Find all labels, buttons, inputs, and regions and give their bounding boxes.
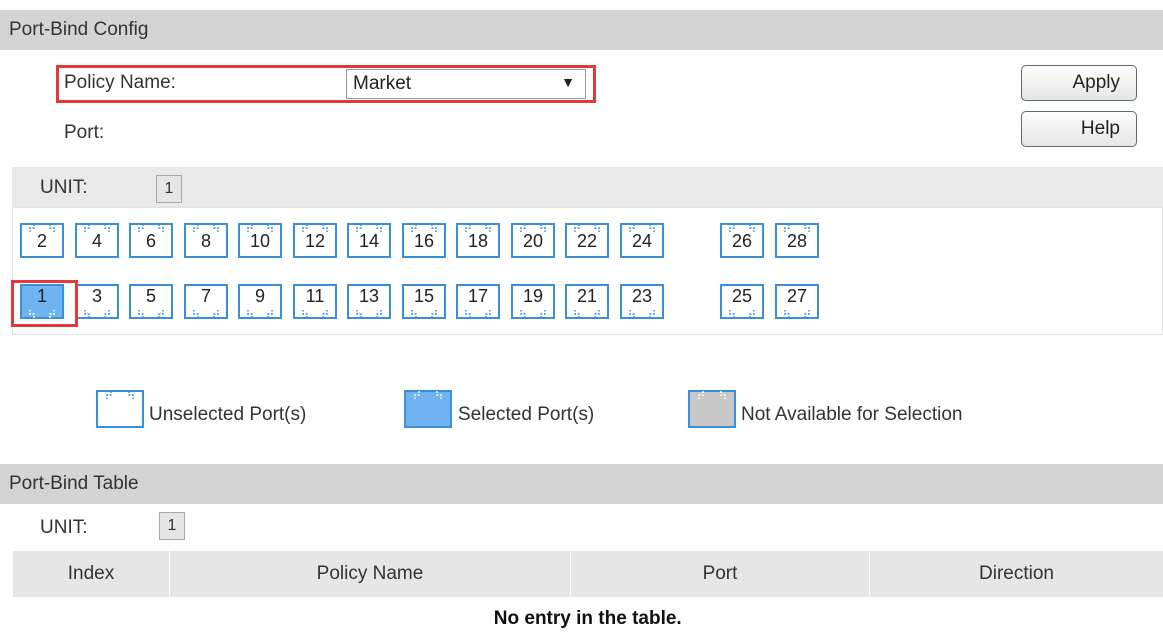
port-15[interactable]: 15 [402, 284, 446, 319]
port-label: Port: [64, 122, 104, 144]
help-button-label: Help [1081, 118, 1120, 140]
port-label: 13 [347, 286, 391, 307]
legend-unselected-icon [96, 390, 144, 433]
port-28[interactable]: 28 [775, 223, 819, 258]
port-11[interactable]: 11 [293, 284, 337, 319]
table-header-row: Index Policy Name Port Direction [13, 551, 1163, 597]
selected-port-highlight [11, 280, 78, 327]
port-label: 14 [347, 231, 391, 252]
port-label: 5 [129, 286, 173, 307]
port-label: 16 [402, 231, 446, 252]
port-18[interactable]: 18 [456, 223, 500, 258]
table-section-header: Port-Bind Table [0, 464, 1163, 504]
port-8[interactable]: 8 [184, 223, 228, 258]
port-9[interactable]: 9 [238, 284, 282, 319]
help-button[interactable]: Help [1021, 111, 1137, 147]
port-label: 8 [184, 231, 228, 252]
port-label: 4 [75, 231, 119, 252]
port-27[interactable]: 27 [775, 284, 819, 319]
apply-button[interactable]: Apply [1021, 65, 1137, 101]
port-label: 24 [620, 231, 664, 252]
port-label: 10 [238, 231, 282, 252]
table-unit-label: UNIT: [40, 517, 88, 539]
port-label: 19 [511, 286, 555, 307]
policy-highlight-box [56, 65, 596, 103]
port-6[interactable]: 6 [129, 223, 173, 258]
port-label: 25 [720, 286, 764, 307]
empty-table-message: No entry in the table. [13, 597, 1163, 641]
unit-bar [12, 167, 1163, 207]
port-label: 28 [775, 231, 819, 252]
port-26[interactable]: 26 [720, 223, 764, 258]
port-label: 2 [20, 231, 64, 252]
port-24[interactable]: 24 [620, 223, 664, 258]
port-17[interactable]: 17 [456, 284, 500, 319]
legend-unselected-label: Unselected Port(s) [149, 404, 306, 426]
config-section-header: Port-Bind Config [0, 10, 1163, 50]
port-label: 7 [184, 286, 228, 307]
table-unit-selector[interactable]: 1 [159, 512, 185, 540]
column-header-direction: Direction [870, 551, 1163, 597]
column-header-policy-name: Policy Name [170, 551, 571, 597]
port-label: 18 [456, 231, 500, 252]
port-21[interactable]: 21 [565, 284, 609, 319]
port-25[interactable]: 25 [720, 284, 764, 319]
port-14[interactable]: 14 [347, 223, 391, 258]
port-3[interactable]: 3 [75, 284, 119, 319]
port-12[interactable]: 12 [293, 223, 337, 258]
port-label: 11 [293, 286, 337, 307]
table-row-empty: No entry in the table. [13, 597, 1163, 641]
port-10[interactable]: 10 [238, 223, 282, 258]
port-23[interactable]: 23 [620, 284, 664, 319]
port-19[interactable]: 19 [511, 284, 555, 319]
legend-unavailable-icon [688, 390, 736, 433]
config-section-title: Port-Bind Config [9, 19, 148, 41]
table-section-title: Port-Bind Table [9, 473, 139, 495]
port-bind-table: Index Policy Name Port Direction No entr… [12, 551, 1163, 641]
port-label: 23 [620, 286, 664, 307]
port-label: 27 [775, 286, 819, 307]
port-label: 12 [293, 231, 337, 252]
port-label: 9 [238, 286, 282, 307]
port-4[interactable]: 4 [75, 223, 119, 258]
port-label: 26 [720, 231, 764, 252]
column-header-index: Index [13, 551, 170, 597]
port-label: 21 [565, 286, 609, 307]
legend-selected-icon [404, 390, 452, 433]
unit-label: UNIT: [40, 177, 88, 199]
apply-button-label: Apply [1072, 72, 1120, 94]
unit-selector[interactable]: 1 [156, 175, 182, 203]
port-5[interactable]: 5 [129, 284, 173, 319]
legend-selected-label: Selected Port(s) [458, 404, 594, 426]
port-20[interactable]: 20 [511, 223, 555, 258]
column-header-port: Port [571, 551, 870, 597]
port-label: 15 [402, 286, 446, 307]
port-16[interactable]: 16 [402, 223, 446, 258]
legend-unavailable-label: Not Available for Selection [741, 404, 962, 426]
port-22[interactable]: 22 [565, 223, 609, 258]
port-label: 6 [129, 231, 173, 252]
port-13[interactable]: 13 [347, 284, 391, 319]
port-label: 22 [565, 231, 609, 252]
port-label: 3 [75, 286, 119, 307]
port-7[interactable]: 7 [184, 284, 228, 319]
port-2[interactable]: 2 [20, 223, 64, 258]
port-label: 20 [511, 231, 555, 252]
port-label: 17 [456, 286, 500, 307]
